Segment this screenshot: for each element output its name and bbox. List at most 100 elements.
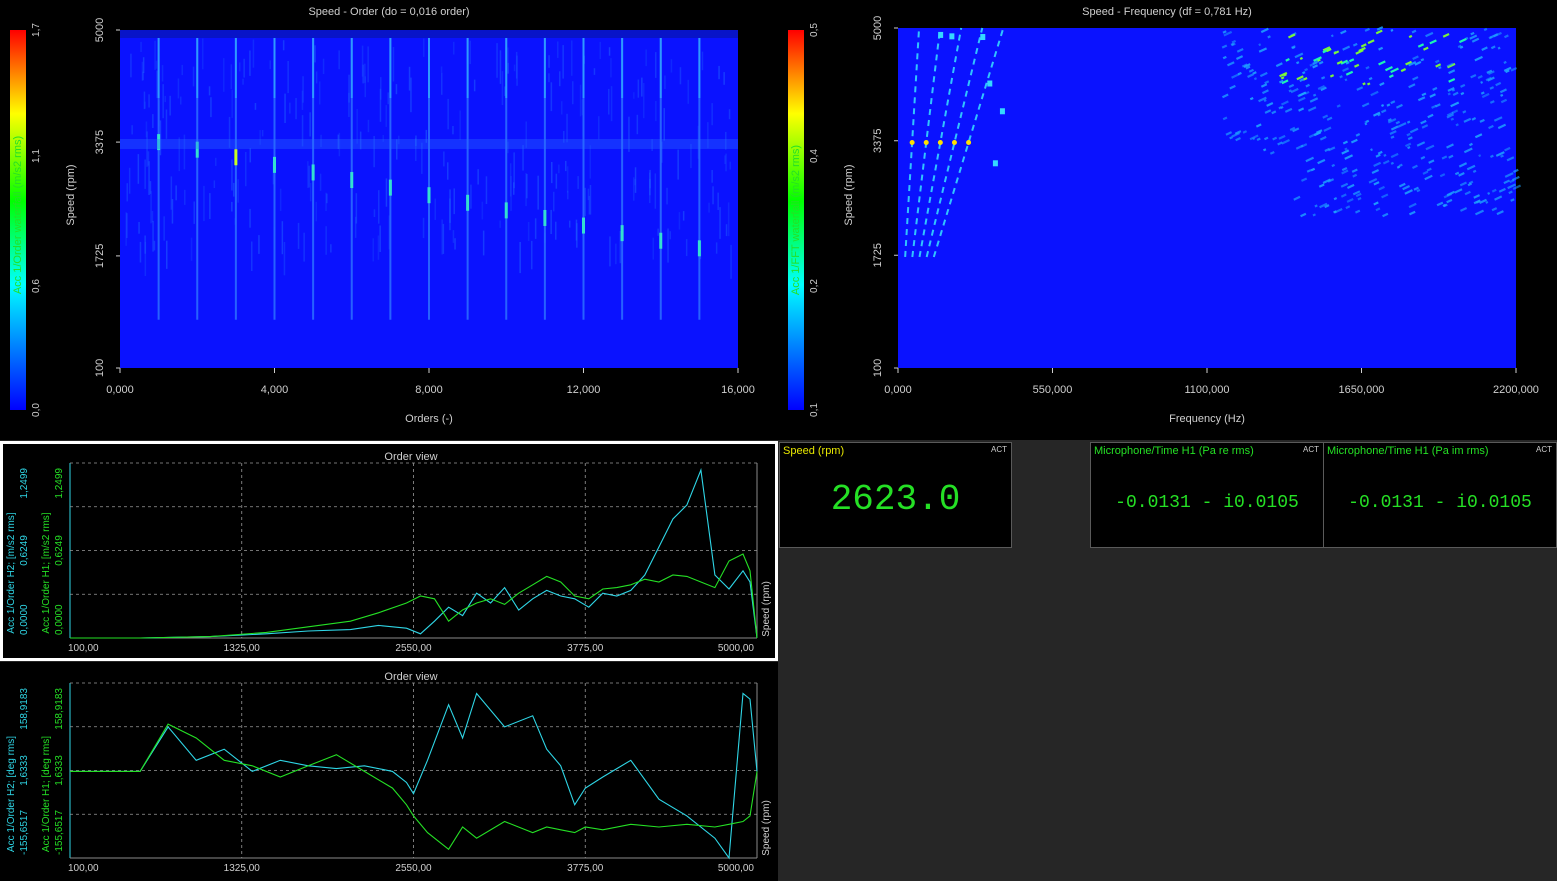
texture-streak [447, 98, 449, 130]
texture-streak [144, 241, 147, 276]
texture-streak [434, 198, 436, 220]
texture-streak [440, 66, 443, 73]
order-line-top-1 [157, 38, 160, 98]
order-waterfall-panel: Speed - Order (do = 0,016 order) 1,7 1,1 0… [0, 0, 778, 440]
colorbar-tick-label: 0,0 [31, 403, 42, 417]
texture-streak [243, 58, 245, 78]
order-view-amplitude-panel[interactable]: Order view Acc 1/Order H2; [m/s2 rms] Ac… [0, 441, 778, 661]
chart-title: Order view [384, 671, 437, 683]
texture-streak [152, 220, 154, 252]
texture-streak [144, 101, 146, 109]
texture-streak [154, 40, 156, 70]
texture-streak [249, 50, 251, 76]
texture-streak [184, 189, 186, 205]
texture-streak [667, 228, 669, 263]
texture-streak [410, 77, 412, 113]
texture-streak [481, 201, 484, 220]
meter-badge: ACT [1303, 445, 1319, 454]
y-axis-label-right: Speed (rpm) [761, 800, 772, 856]
y-tick-label: 1725 [872, 243, 884, 267]
texture-streak [507, 47, 509, 74]
texture-streak [330, 244, 332, 253]
texture-streak [550, 209, 552, 234]
order-line-top-6 [350, 38, 353, 98]
texture-streak [566, 113, 568, 143]
feature-spot [992, 160, 998, 167]
texture-streak [192, 66, 195, 87]
texture-streak [171, 199, 174, 224]
texture-streak [408, 66, 411, 91]
texture-streak [527, 222, 530, 241]
texture-streak [287, 61, 289, 94]
texture-streak [566, 166, 569, 193]
texture-streak [215, 157, 217, 166]
texture-streak [719, 207, 721, 239]
mic-im-meter[interactable]: Microphone/Time H1 (Pa im rms) ACT -0.01… [1323, 442, 1557, 548]
texture-streak [641, 77, 643, 97]
meter-value: -0.0131 - i0.0105 [1115, 493, 1299, 513]
speed-meter[interactable]: Speed (rpm) ACT 2623.0 [779, 442, 1012, 548]
texture-streak [175, 185, 177, 201]
order-line-top-12 [582, 38, 585, 98]
texture-streak [423, 38, 425, 57]
order-line-top-11 [543, 38, 546, 98]
texture-streak [213, 180, 216, 188]
order-hotspot-10 [504, 202, 508, 219]
order-line-top-3 [234, 38, 237, 98]
texture-streak [453, 188, 455, 215]
texture-streak [708, 202, 710, 213]
texture-streak [666, 187, 668, 205]
feature-spot [987, 80, 993, 87]
frequency-waterfall-chart[interactable]: Speed - Frequency (df = 0,781 Hz) 0,5 0,4… [778, 0, 1557, 440]
x-ticks: 0,000 550,000 1100,000 1650,000 2200,000 [884, 368, 1539, 396]
texture-streak [576, 223, 578, 248]
texture-streak [181, 64, 183, 76]
order-hotspot-9 [466, 194, 470, 211]
order-hotspot-3 [234, 149, 238, 166]
y-axis-label-h1: Acc 1/Order H1; [deg rms] [41, 736, 52, 852]
texture-streak [655, 52, 657, 78]
y-tick-label: 5000 [872, 16, 884, 40]
order-view-phase-chart[interactable]: Order view Acc 1/Order H2; [deg rms] Acc… [0, 662, 778, 881]
x-tick-label: 100,00 [68, 643, 99, 654]
chart-title: Speed - Order (do = 0,016 order) [308, 6, 469, 18]
texture-streak [727, 202, 730, 237]
texture-streak [254, 103, 257, 110]
texture-streak [137, 154, 140, 184]
texture-streak [711, 170, 713, 183]
texture-streak [128, 167, 131, 194]
order-line-top-7 [389, 38, 392, 98]
y-tick-label: 3375 [872, 129, 884, 153]
texture-streak [297, 222, 300, 249]
x-tick-label: 4,000 [261, 384, 289, 396]
texture-streak [567, 190, 569, 200]
colorbar-tick-label: 0,2 [809, 279, 820, 293]
y-tick-label-h2: 0,6249 [19, 535, 30, 566]
texture-streak [559, 71, 561, 87]
texture-streak [279, 188, 282, 211]
texture-streak [555, 221, 557, 240]
order-hotspot-7 [388, 179, 392, 196]
order-line-top-9 [466, 38, 469, 98]
texture-streak [373, 209, 376, 217]
mic-re-meter[interactable]: Microphone/Time H1 (Pa re rms) ACT -0.01… [1090, 442, 1324, 548]
order-waterfall-chart[interactable]: Speed - Order (do = 0,016 order) 1,7 1,1 0… [0, 0, 778, 440]
y-tick-label-h1: 158,9183 [54, 688, 65, 730]
feature-spot [938, 31, 944, 38]
texture-streak [569, 220, 571, 228]
order-line-top-10 [505, 38, 508, 98]
texture-streak [142, 57, 145, 73]
order-view-phase-panel[interactable]: Order view Acc 1/Order H2; [deg rms] Acc… [0, 662, 778, 881]
texture-streak [152, 114, 154, 128]
texture-streak [715, 242, 718, 254]
texture-streak [499, 50, 502, 84]
texture-streak [447, 162, 449, 180]
texture-streak [557, 41, 559, 58]
texture-streak [608, 47, 611, 56]
resonance-band [120, 138, 738, 149]
x-tick-label: 5000,00 [718, 863, 755, 874]
order-view-amplitude-chart[interactable]: Order view Acc 1/Order H2; [m/s2 rms] Ac… [0, 441, 778, 661]
texture-streak [610, 58, 612, 78]
texture-streak [164, 95, 166, 103]
texture-streak [712, 186, 714, 205]
